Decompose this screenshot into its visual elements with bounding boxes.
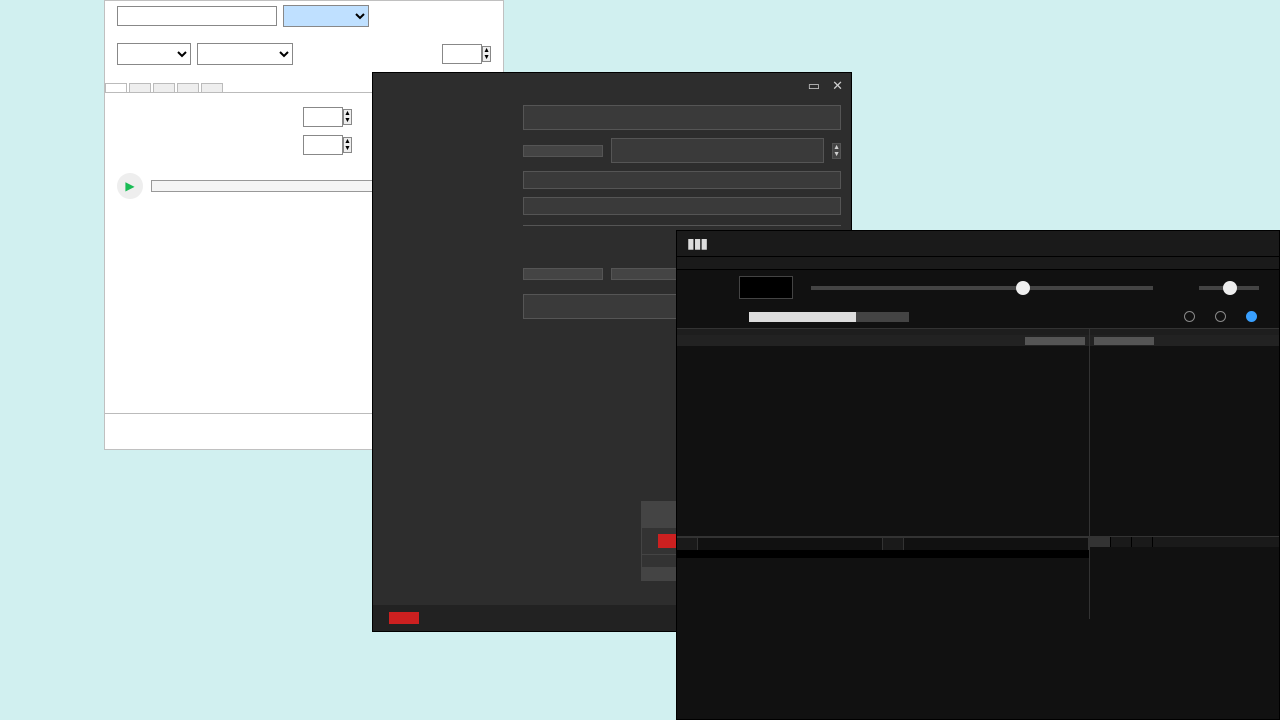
openbullet-window: ▮▮▮ xyxy=(676,230,1280,720)
select-cfg-button[interactable] xyxy=(677,538,698,550)
custom-tab[interactable] xyxy=(1111,537,1132,547)
hscroll[interactable] xyxy=(677,336,1089,346)
play-icon[interactable]: ▶ xyxy=(117,173,143,199)
service-select[interactable] xyxy=(283,5,369,27)
menu xyxy=(677,257,1279,270)
tab-chatgrabber[interactable] xyxy=(153,83,175,92)
tocheck-tab[interactable] xyxy=(1132,537,1153,547)
autoupdate-spinner[interactable]: ▲▼ xyxy=(442,44,491,64)
titlebar: ▭ ✕ xyxy=(373,73,851,99)
results-grid[interactable] xyxy=(677,329,1089,536)
channel-input[interactable] xyxy=(117,6,277,26)
show-logs-button[interactable] xyxy=(523,197,841,215)
proxy-toggle[interactable] xyxy=(389,612,419,624)
tab-settings[interactable] xyxy=(177,83,199,92)
room-input[interactable] xyxy=(523,105,841,130)
connect-button[interactable] xyxy=(523,145,603,157)
tab-webpar[interactable] xyxy=(201,83,223,92)
bots-slider[interactable] xyxy=(1199,286,1259,290)
port-input[interactable] xyxy=(611,138,824,163)
list-value xyxy=(904,538,1089,550)
connect2-button[interactable] xyxy=(523,268,603,280)
minimize-icon[interactable]: ▭ xyxy=(808,78,820,94)
user-list xyxy=(373,99,513,605)
tab-viewers[interactable] xyxy=(105,83,127,92)
tab-chat[interactable] xyxy=(129,83,151,92)
load-chatbots-button[interactable] xyxy=(523,171,841,189)
proxy-source-select[interactable] xyxy=(197,43,293,65)
timeout-spinner[interactable]: ▲▼ xyxy=(303,135,352,155)
hscroll-2[interactable] xyxy=(1090,336,1279,346)
cfg-value xyxy=(698,538,883,550)
progress-bar xyxy=(749,312,909,322)
proxy-proto-select[interactable] xyxy=(117,43,191,65)
start-slider[interactable] xyxy=(811,286,1153,290)
logo-icon: ▮▮▮ xyxy=(687,235,707,252)
close-icon[interactable]: ✕ xyxy=(832,78,843,94)
prox-off-radio[interactable] xyxy=(1246,311,1257,322)
prox-def-radio[interactable] xyxy=(1184,311,1195,322)
start-input[interactable] xyxy=(739,276,793,299)
select-list-button[interactable] xyxy=(883,538,904,550)
console xyxy=(677,550,1089,558)
hits-grid[interactable] xyxy=(1089,329,1279,536)
prox-on-radio[interactable] xyxy=(1215,311,1226,322)
threads-spinner[interactable]: ▲▼ xyxy=(303,107,352,127)
hits-tab[interactable] xyxy=(1090,537,1111,547)
